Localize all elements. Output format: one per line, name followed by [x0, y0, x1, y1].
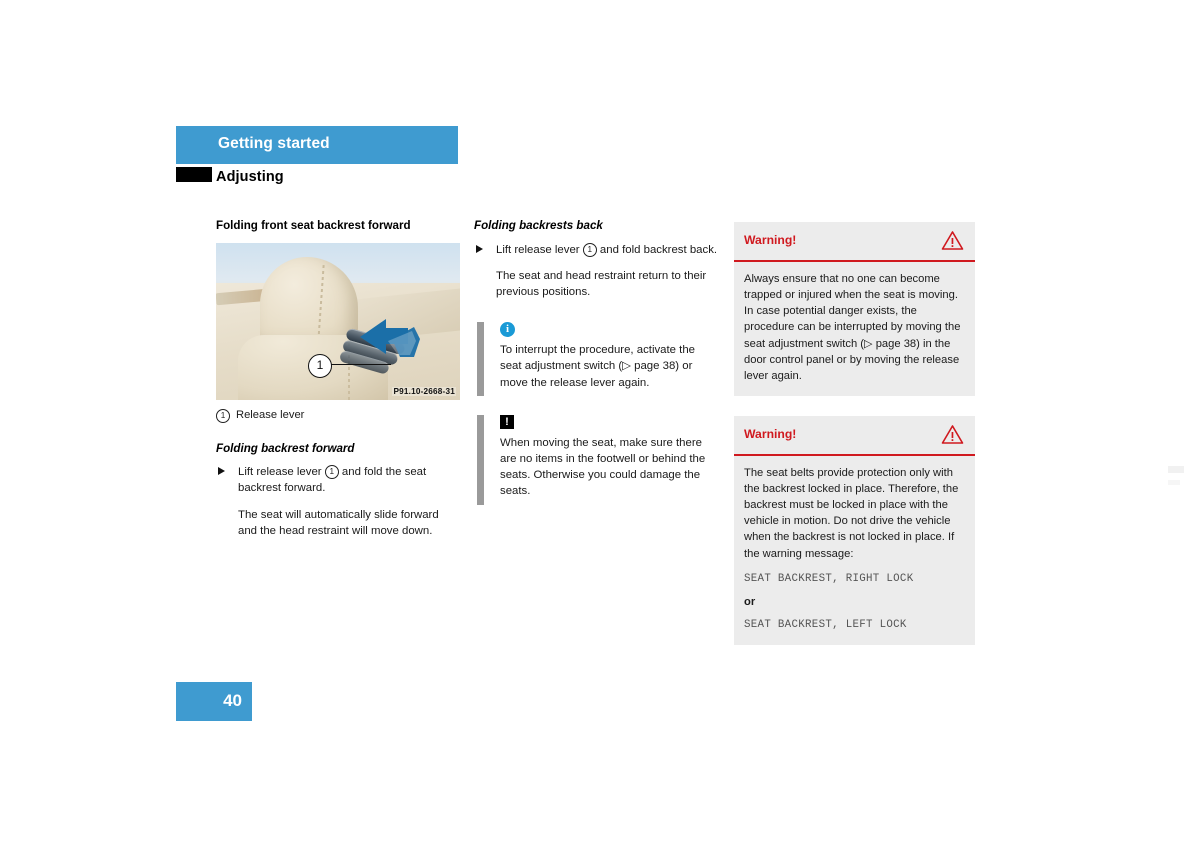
warning-box-2: Warning! The seat belts provide protecti… — [734, 415, 975, 645]
page-edge-marker — [1168, 466, 1184, 473]
left-heading: Folding front seat backrest forward — [216, 219, 411, 232]
middle-step-list: Lift release lever 1 and fold backrest b… — [474, 242, 718, 258]
warning-triangle-icon — [941, 424, 964, 450]
message-conjunction: or — [744, 596, 756, 609]
step-marker: 1 — [582, 242, 597, 257]
step-text-after: and fold backrest back. — [599, 243, 718, 256]
left-subheading: Folding backrest forward — [216, 441, 355, 455]
left-step-list: Lift release lever 1 and fold the seat b… — [216, 464, 460, 496]
list-item: Lift release lever 1 and fold backrest b… — [474, 242, 718, 258]
middle-heading: Folding backrests back — [474, 219, 603, 232]
note-side-bar — [477, 414, 484, 505]
callout-leader-line — [329, 363, 391, 366]
section-marker-block — [176, 167, 212, 182]
page-number: 40 — [223, 691, 242, 710]
warning-body: Always ensure that no one can become tra… — [734, 262, 975, 396]
middle-result-text: The seat and head restraint return to th… — [496, 269, 707, 299]
display-message-1: SEAT BACKREST, RIGHT LOCK — [744, 572, 914, 585]
left-result-text: The seat will automatically slide forwar… — [238, 508, 439, 537]
warning-body: The seat belts provide protection only w… — [734, 456, 975, 645]
bullet-triangle-icon — [218, 467, 225, 476]
page-number-box: 40 — [176, 682, 252, 721]
page-edge-marker-secondary — [1168, 480, 1180, 485]
note-side-bar — [477, 322, 484, 397]
display-message-2: SEAT BACKREST, LEFT LOCK — [744, 619, 907, 632]
warning-title: Warning! — [744, 426, 797, 441]
right-column: Warning! Always ensure that no one can b… — [734, 222, 975, 665]
info-note: i To interrupt the procedure, activate t… — [474, 322, 718, 397]
callout-1: 1 — [308, 353, 332, 378]
middle-column: Folding backrests back Lift release leve… — [474, 218, 718, 505]
seat-illustration: 1 P91.10-2668-31 — [216, 242, 460, 400]
figure-caption-marker: 1 — [216, 408, 230, 423]
warning-header: Warning! — [734, 222, 975, 262]
left-column: Folding front seat backrest forward 1 P9… — [216, 218, 460, 543]
warning-triangle-icon — [941, 230, 964, 256]
warning-title: Warning! — [744, 233, 797, 247]
chapter-title: Getting started — [218, 135, 330, 152]
figure-caption: 1 Release lever — [216, 408, 460, 423]
warning-text: The seat belts provide protection only w… — [744, 466, 959, 560]
warning-header: Warning! — [734, 416, 975, 456]
caution-note-text: When moving the seat, make sure there ar… — [500, 436, 706, 498]
warning-text: Always ensure that no one can become tra… — [744, 273, 961, 382]
figure-caption-text: Release lever — [236, 408, 305, 421]
manual-page: Getting started Adjusting Folding front … — [0, 0, 1200, 848]
info-icon: i — [500, 322, 515, 338]
caution-icon: ! — [500, 414, 514, 429]
info-note-text: To interrupt the procedure, activate the… — [500, 344, 696, 389]
step-marker: 1 — [324, 465, 339, 480]
step-text-before: Lift release lever — [238, 466, 322, 479]
caution-note: ! When moving the seat, make sure there … — [474, 414, 718, 505]
list-item: Lift release lever 1 and fold the seat b… — [216, 464, 460, 496]
figure-id-label: P91.10-2668-31 — [392, 386, 456, 396]
step-text-before: Lift release lever — [496, 243, 580, 256]
section-title: Adjusting — [216, 169, 284, 185]
warning-box-1: Warning! Always ensure that no one can b… — [734, 222, 975, 396]
bullet-triangle-icon — [476, 244, 483, 253]
chapter-banner: Getting started — [176, 126, 458, 164]
